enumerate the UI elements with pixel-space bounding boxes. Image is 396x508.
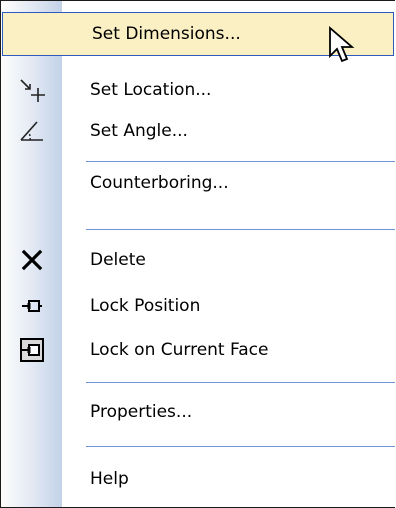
menu-item-label: Set Dimensions... [92, 24, 241, 44]
menu-item-lock-on-current-face[interactable]: Lock on Current Face [1, 328, 395, 372]
set-angle-icon [1, 109, 62, 153]
menu-separator [86, 229, 395, 230]
menu-separator [86, 382, 395, 383]
context-menu: Set Dimensions... Set Location... Set An… [0, 0, 395, 508]
menu-item-set-angle[interactable]: Set Angle... [1, 109, 395, 153]
pin-on-face-icon [1, 328, 62, 372]
menu-item-help[interactable]: Help [1, 457, 395, 501]
pin-icon [1, 284, 62, 328]
menu-item-delete[interactable]: Delete [1, 238, 395, 282]
menu-item-label: Properties... [90, 402, 193, 422]
mouse-pointer-icon [328, 26, 356, 70]
menu-item-label: Counterboring... [90, 173, 229, 193]
menu-item-set-location[interactable]: Set Location... [1, 68, 395, 112]
menu-item-label: Delete [90, 250, 146, 270]
menu-item-label: Lock Position [90, 296, 201, 316]
menu-item-label: Lock on Current Face [90, 340, 269, 360]
set-location-icon [1, 68, 62, 112]
menu-separator [86, 446, 395, 447]
menu-item-label: Set Location... [90, 80, 212, 100]
menu-item-counterboring[interactable]: Counterboring... [1, 153, 395, 197]
menu-item-lock-position[interactable]: Lock Position [1, 284, 395, 328]
menu-item-label: Set Angle... [90, 121, 188, 141]
menu-item-properties[interactable]: Properties... [1, 390, 395, 434]
delete-x-icon [1, 238, 62, 282]
menu-item-label: Help [90, 469, 129, 489]
